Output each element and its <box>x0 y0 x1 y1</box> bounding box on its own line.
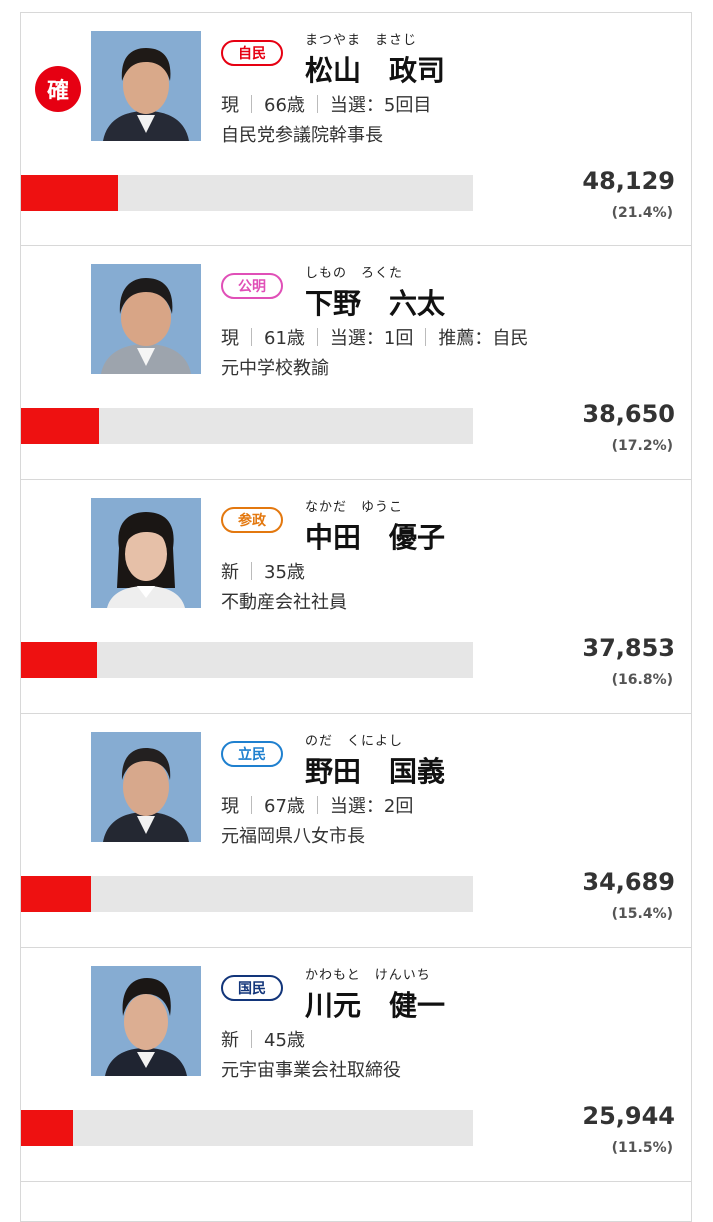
age-label: 45歳 <box>264 1030 305 1051</box>
vote-count: 37,853 <box>582 634 675 662</box>
meta-divider <box>251 1030 252 1048</box>
meta-divider <box>316 95 318 113</box>
name-furigana: まつやま まさじ <box>305 33 418 48</box>
elected-badge: 確 <box>35 66 81 112</box>
vote-count: 34,689 <box>582 868 675 896</box>
candidate-meta: 新 45歳 <box>221 1026 305 1052</box>
candidate-name: 下野 六太 <box>305 287 446 320</box>
portrait-image <box>91 264 201 374</box>
candidate-photo <box>91 264 201 374</box>
candidate-name: 中田 優子 <box>305 521 446 554</box>
candidate-card[interactable]: 公明 しもの ろくた 下野 六太 現 61歳 当選：1回 推薦：自民 元中学校教… <box>20 246 692 480</box>
age-label: 35歳 <box>264 562 305 583</box>
vote-percent: (17.2%) <box>611 438 673 454</box>
meta-divider <box>251 328 252 346</box>
meta-divider <box>251 796 252 814</box>
age-label: 67歳 <box>264 796 305 817</box>
vote-bar-fill <box>21 1110 73 1146</box>
candidate-name: 松山 政司 <box>305 54 446 87</box>
terms-label: 当選：2回 <box>329 796 414 817</box>
vote-bar-fill <box>21 642 97 678</box>
candidate-meta: 現 66歳 当選：5回目 <box>221 91 431 117</box>
portrait-image <box>91 966 201 1076</box>
candidate-title: 自民党参議院幹事長 <box>221 125 383 146</box>
candidate-photo <box>91 31 201 141</box>
party-badge: 公明 <box>221 273 283 299</box>
age-label: 66歳 <box>264 95 305 116</box>
status-label: 新 <box>221 1030 239 1051</box>
meta-divider <box>316 328 318 346</box>
vote-percent: (21.4%) <box>611 205 673 221</box>
vote-bar <box>21 642 473 678</box>
candidate-card[interactable]: 立民 のだ くによし 野田 国義 現 67歳 当選：2回 元福岡県八女市長 34… <box>20 714 692 948</box>
party-badge: 参政 <box>221 507 283 533</box>
vote-count: 48,129 <box>582 167 675 195</box>
status-label: 現 <box>221 95 239 116</box>
candidate-name: 川元 健一 <box>305 989 446 1022</box>
vote-bar-fill <box>21 175 118 211</box>
candidate-list: 確 自民 まつやま まさじ 松山 政司 現 66歳 当選：5回目 自民党参議院幹… <box>20 12 692 1222</box>
meta-divider <box>251 95 252 113</box>
status-label: 新 <box>221 562 239 583</box>
candidate-card[interactable]: 参政 なかだ ゆうこ 中田 優子 新 35歳 不動産会社社員 37,853 (1… <box>20 480 692 714</box>
vote-bar <box>21 1110 473 1146</box>
vote-count: 38,650 <box>582 400 675 428</box>
candidate-name: 野田 国義 <box>305 755 446 788</box>
vote-count: 25,944 <box>582 1102 675 1130</box>
meta-divider <box>425 328 427 346</box>
meta-divider <box>251 562 252 580</box>
name-furigana: なかだ ゆうこ <box>305 500 404 515</box>
portrait-image <box>91 31 201 141</box>
candidate-title: 元宇宙事業会社取締役 <box>221 1060 401 1081</box>
party-badge: 自民 <box>221 40 283 66</box>
candidate-photo <box>91 498 201 608</box>
portrait-image <box>91 732 201 842</box>
age-label: 61歳 <box>264 328 305 349</box>
vote-bar-fill <box>21 408 99 444</box>
vote-percent: (11.5%) <box>611 1140 673 1156</box>
candidate-title: 元中学校教諭 <box>221 358 329 379</box>
party-badge: 国民 <box>221 975 283 1001</box>
vote-bar <box>21 876 473 912</box>
candidate-card-next[interactable] <box>20 1182 692 1222</box>
portrait-image <box>91 498 201 608</box>
meta-divider <box>316 796 318 814</box>
name-furigana: しもの ろくた <box>305 266 404 281</box>
name-furigana: かわもと けんいち <box>305 968 431 983</box>
terms-label: 当選：1回 <box>329 328 414 349</box>
vote-percent: (16.8%) <box>611 672 673 688</box>
candidate-card[interactable]: 確 自民 まつやま まさじ 松山 政司 現 66歳 当選：5回目 自民党参議院幹… <box>20 12 692 246</box>
vote-bar <box>21 408 473 444</box>
terms-label: 当選：5回目 <box>329 95 432 116</box>
candidate-meta: 新 35歳 <box>221 558 305 584</box>
candidate-photo <box>91 966 201 1076</box>
vote-percent: (15.4%) <box>611 906 673 922</box>
vote-bar-fill <box>21 876 91 912</box>
candidate-title: 元福岡県八女市長 <box>221 826 365 847</box>
candidate-meta: 現 61歳 当選：1回 推薦：自民 <box>221 324 528 350</box>
endorsement-label: 推薦：自民 <box>438 328 529 349</box>
candidate-meta: 現 67歳 当選：2回 <box>221 792 413 818</box>
candidate-card[interactable]: 国民 かわもと けんいち 川元 健一 新 45歳 元宇宙事業会社取締役 25,9… <box>20 948 692 1182</box>
party-badge: 立民 <box>221 741 283 767</box>
candidate-photo <box>91 732 201 842</box>
status-label: 現 <box>221 328 239 349</box>
candidate-title: 不動産会社社員 <box>221 592 347 613</box>
name-furigana: のだ くによし <box>305 734 404 749</box>
status-label: 現 <box>221 796 239 817</box>
vote-bar <box>21 175 473 211</box>
